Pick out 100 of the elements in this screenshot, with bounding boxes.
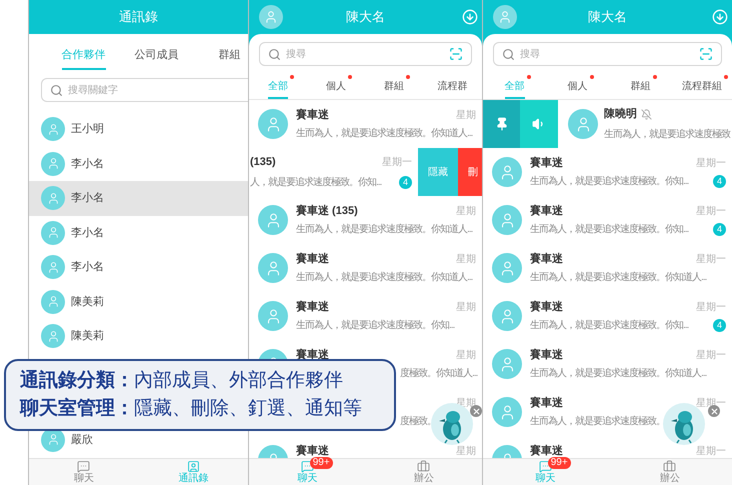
unread-count: 4 — [713, 222, 726, 236]
chat-name: 賽車迷 — [530, 444, 563, 458]
chat-name: 賽車迷 — [530, 300, 563, 316]
message-preview: 生而為人，就是要追求速度極致。你知... — [530, 222, 688, 236]
avatar-icon — [41, 152, 65, 176]
contact-name: 李小名 — [71, 156, 104, 172]
pin-icon — [494, 117, 508, 131]
avatar-icon — [258, 109, 288, 139]
scan-icon[interactable] — [449, 47, 463, 61]
message-time: 星期一 — [696, 252, 726, 267]
avatar-icon — [41, 324, 65, 348]
chat-name: 賽車迷 — [296, 252, 329, 268]
close-icon — [472, 406, 480, 416]
message-time: 星期一 — [696, 348, 726, 363]
message-time: 星期 — [456, 108, 476, 123]
avatar-icon — [492, 253, 522, 283]
tab[interactable]: 個人 — [307, 79, 365, 99]
nav-tab[interactable]: 99+ 聊天 — [249, 459, 366, 485]
tab[interactable]: 流程群組 — [672, 79, 732, 99]
tab[interactable]: 公司成員 — [120, 46, 193, 70]
profile-avatar-icon[interactable] — [493, 5, 517, 29]
chat-name: 賽車迷 — [296, 108, 329, 124]
avatar-icon — [492, 349, 522, 379]
chat-name: 賽車迷 — [296, 348, 329, 364]
tab[interactable]: 群組 — [365, 79, 423, 99]
message-preview: 生而為人，就是要追求速度極致。你知... — [530, 318, 688, 332]
close-icon — [710, 406, 718, 416]
avatar-icon — [41, 255, 65, 280]
download-icon[interactable] — [712, 9, 728, 25]
message-preview: 生而為人，就是要追求速度極致。你知... — [296, 318, 454, 332]
scan-icon[interactable] — [699, 47, 713, 61]
message-preview: 生而為人，就是要追求速度極致。你知道人... — [530, 366, 706, 380]
tab[interactable]: 群組 — [193, 46, 248, 70]
chat-name: 賽車迷 (135) — [296, 204, 358, 220]
unread-count: 4 — [399, 176, 412, 189]
chat-name: 賽車迷 — [530, 396, 563, 412]
avatar-icon — [492, 397, 522, 427]
message-preview: 生而為人，就是要追求速度極致。你知道人... — [530, 270, 706, 284]
avatar-icon — [568, 109, 598, 139]
message-time: 星期 — [456, 300, 476, 315]
message-time: 星期 — [456, 252, 476, 267]
chat-icon — [77, 460, 90, 473]
message-preview: 生而為人，就是要追求速度極致。 — [530, 414, 665, 428]
chat-name: 陳曉明 — [604, 106, 637, 122]
unread-count: 99+ — [310, 457, 333, 469]
screen-title: 通訊錄 — [119, 8, 158, 26]
screen-title: 陳大名 — [588, 8, 627, 26]
unread-count: 4 — [713, 318, 726, 332]
tab[interactable]: 群組 — [609, 79, 672, 99]
avatar-icon — [258, 301, 288, 331]
contact-name: 陳美莉 — [71, 294, 104, 310]
briefcase-icon — [663, 460, 676, 473]
message-time: 星期 — [456, 444, 476, 458]
contact-name: 李小名 — [71, 226, 104, 240]
pin-button[interactable] — [483, 100, 520, 148]
chat-name: 賽車迷 — [530, 252, 563, 268]
screen-title: 陳大名 — [346, 8, 385, 26]
chat-name: 賽車迷 — [530, 156, 563, 172]
message-preview: 人，就是要追求速度極致。你知... — [250, 176, 382, 190]
contact-card-icon — [186, 460, 200, 473]
avatar-icon — [41, 186, 65, 210]
message-time: 星期一 — [696, 444, 726, 458]
message-time: 星期一 — [382, 156, 412, 170]
message-time: 星期一 — [696, 156, 726, 171]
avatar-icon — [492, 157, 522, 187]
message-time: 星期一 — [696, 300, 726, 315]
message-preview: 生而為人，就是要追求速度極致。你知道人... — [296, 222, 472, 236]
contact-name: 嚴欣 — [71, 432, 93, 448]
message-time: 星期 — [456, 204, 476, 219]
delete-button[interactable]: 刪 — [458, 148, 482, 196]
nav-tab[interactable]: 99+ 聊天 — [483, 459, 608, 485]
message-preview: 度極致。你知道人... — [400, 366, 478, 380]
message-time: 星期 — [456, 348, 476, 363]
message-preview: 生而為人，就是要追求速度極致。你知... — [530, 174, 688, 188]
search-icon — [50, 84, 63, 96]
download-icon[interactable] — [462, 9, 478, 25]
chat-icon — [300, 460, 314, 473]
unread-count: 4 — [713, 174, 726, 188]
avatar-icon — [492, 205, 522, 235]
contact-name: 王小明 — [71, 122, 104, 137]
chat-name: 賽車迷 — [296, 444, 329, 458]
contact-row[interactable]: 李小名 — [29, 181, 248, 216]
callout-text: 通訊錄分類：內部成員、外部合作夥伴 — [20, 368, 344, 393]
avatar-icon — [492, 301, 522, 331]
briefcase-icon — [417, 460, 430, 473]
sound-button[interactable] — [520, 100, 558, 148]
search-icon — [502, 48, 515, 60]
avatar-icon — [41, 117, 65, 142]
chat-name: 賽車迷 — [530, 204, 563, 220]
profile-avatar-icon[interactable] — [259, 5, 283, 29]
tab[interactable]: 流程群 — [423, 79, 482, 99]
message-preview: 度極致。 — [400, 414, 436, 428]
unread-count: 99+ — [548, 457, 571, 469]
avatar-icon — [258, 205, 288, 235]
avatar-icon — [41, 220, 65, 245]
chat-name: 賽車迷 — [296, 300, 329, 316]
avatar-icon — [258, 253, 288, 283]
tab[interactable]: 個人 — [546, 79, 609, 99]
message-preview: 生而為人，就是要追求速度極致。你知道人... — [296, 270, 472, 284]
avatar-icon — [41, 290, 65, 314]
